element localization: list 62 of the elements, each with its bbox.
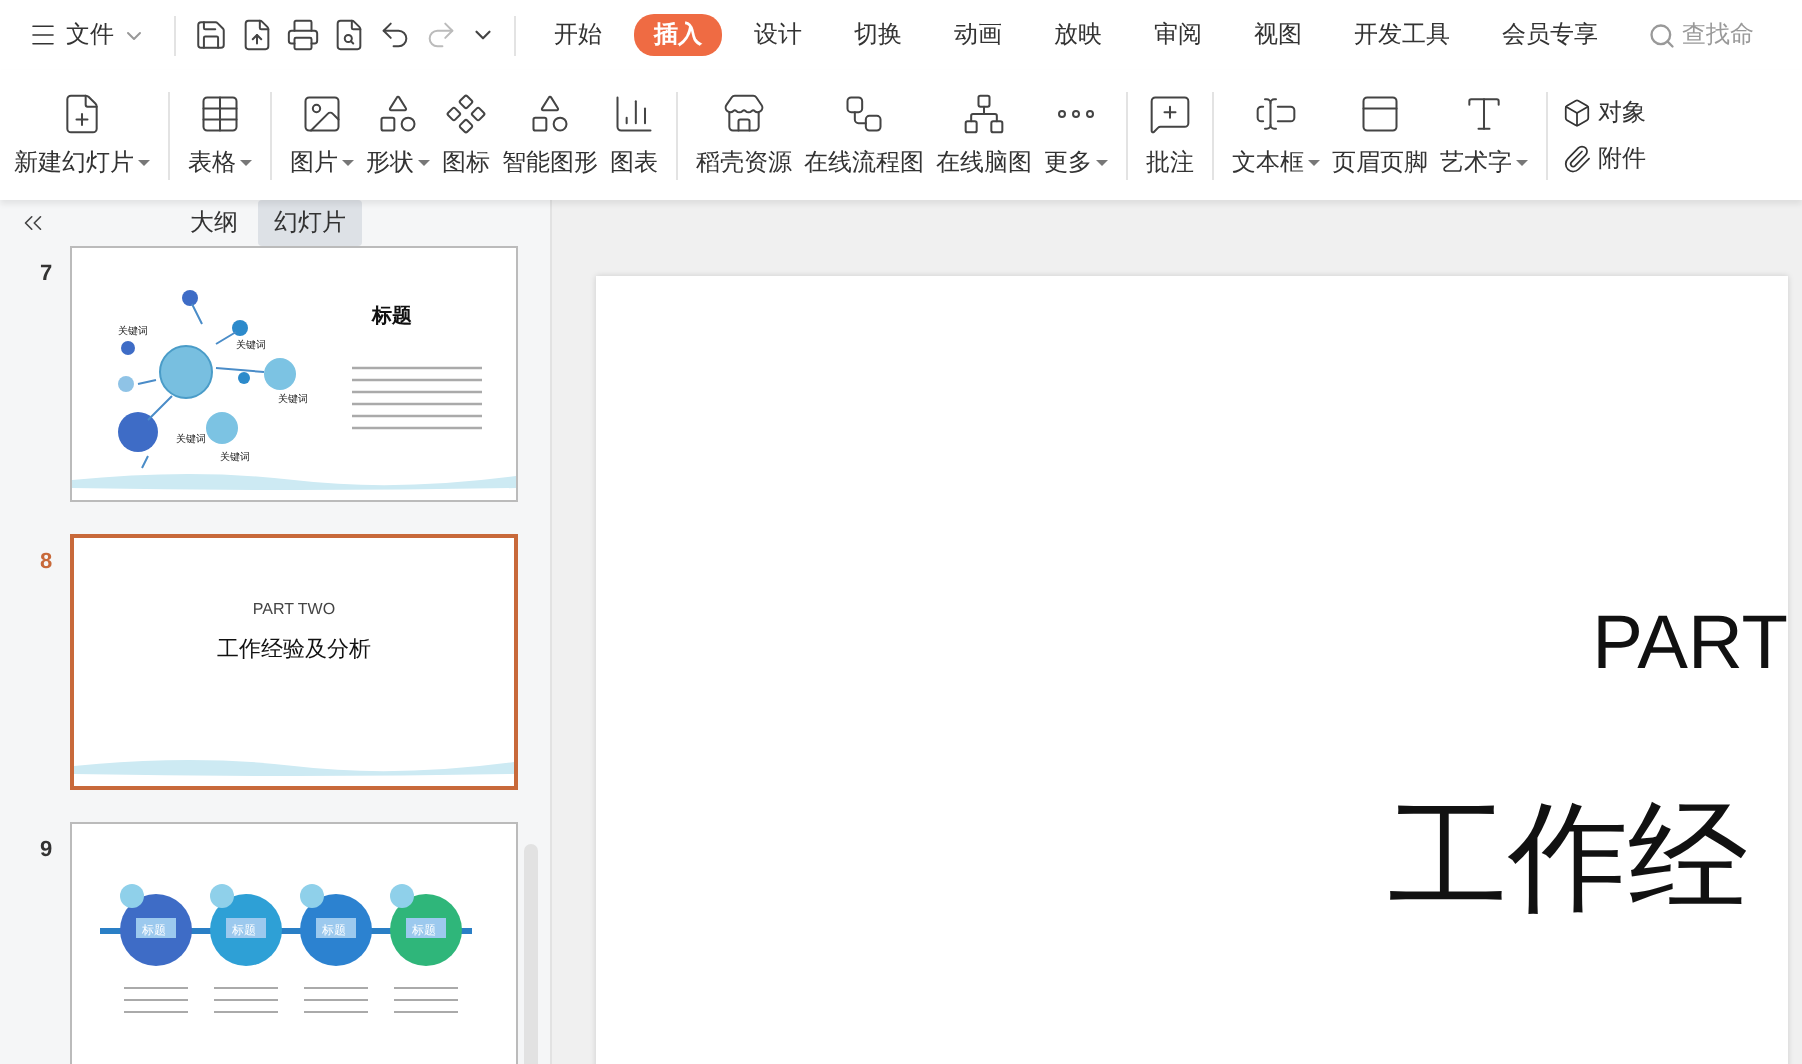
- ribbon-button[interactable]: 批注: [1142, 91, 1198, 179]
- store-icon: [722, 91, 766, 135]
- slide-title: 工作经验及分析: [217, 636, 371, 664]
- ribbon-button[interactable]: 文本框: [1228, 91, 1324, 179]
- mind-map-icon: [962, 91, 1006, 135]
- new-slide-icon: [60, 91, 104, 135]
- ribbon-tab[interactable]: 视图: [1234, 14, 1322, 56]
- table-icon: [198, 91, 242, 135]
- ribbon-button[interactable]: 在线流程图: [800, 91, 928, 179]
- flowchart-icon: [842, 91, 886, 135]
- ribbon-button[interactable]: 艺术字: [1436, 91, 1532, 179]
- file-menu[interactable]: 文件: [28, 18, 146, 52]
- ribbon-button[interactable]: 表格: [184, 91, 256, 179]
- paragraph-lines-drawing: [393, 987, 459, 1013]
- ribbon-button[interactable]: 新建幻灯片: [10, 91, 154, 179]
- slide-subtitle: PART: [1592, 602, 1788, 688]
- ribbon-button[interactable]: 形状: [362, 91, 434, 179]
- ribbon-button[interactable]: 图片: [286, 91, 358, 179]
- ribbon-button[interactable]: 在线脑图: [932, 91, 1036, 179]
- ribbon-button[interactable]: 智能图形: [498, 91, 602, 179]
- ribbon-tab[interactable]: 审阅: [1134, 14, 1222, 56]
- ribbon-tab[interactable]: 会员专享: [1482, 14, 1618, 56]
- ribbon-button[interactable]: 图标: [438, 91, 494, 179]
- ribbon-button[interactable]: 稻壳资源: [692, 91, 796, 179]
- menu-icon: [28, 20, 58, 50]
- slide-title: 工作经: [1388, 788, 1750, 928]
- comment-icon: [1148, 91, 1192, 135]
- view-tab[interactable]: 大纲: [174, 200, 254, 246]
- ribbon-tab[interactable]: 切换: [834, 14, 922, 56]
- ribbon-button[interactable]: 附件: [1562, 141, 1646, 175]
- slide-subtitle: PART TWO: [252, 600, 336, 618]
- ribbon-tab[interactable]: 放映: [1034, 14, 1122, 56]
- slide-number: 8: [40, 550, 55, 578]
- slide-number: 7: [40, 262, 55, 290]
- icons-icon: [444, 91, 488, 135]
- header-footer-icon: [1358, 91, 1402, 135]
- paragraph-lines-drawing: [303, 987, 369, 1013]
- ribbon-button[interactable]: 页眉页脚: [1328, 91, 1432, 179]
- view-tab[interactable]: 幻灯片: [258, 200, 362, 246]
- search-icon: [1648, 21, 1676, 49]
- paragraph-lines-drawing: [123, 987, 189, 1013]
- ribbon-tab[interactable]: 开始: [534, 14, 622, 56]
- more-icon: [1058, 109, 1094, 117]
- ribbon-button[interactable]: 图表: [606, 91, 662, 179]
- paragraph-lines-drawing: [352, 366, 482, 430]
- label-background: [316, 918, 356, 938]
- ribbon-button[interactable]: 更多: [1040, 91, 1112, 179]
- label-background: [136, 918, 176, 938]
- image-icon: [300, 91, 344, 135]
- label-background: [226, 918, 266, 938]
- shapes-icon: [376, 91, 420, 135]
- slide-title: 标题: [372, 306, 412, 328]
- paragraph-lines-drawing: [213, 987, 279, 1013]
- slide-number: 9: [40, 838, 55, 866]
- paperclip-icon: [1562, 143, 1592, 173]
- label-background: [406, 918, 446, 938]
- ribbon-tab[interactable]: 动画: [934, 14, 1022, 56]
- cube-icon: [1562, 97, 1592, 127]
- ribbon-tab[interactable]: 开发工具: [1334, 14, 1470, 56]
- bar-chart-icon: [612, 91, 656, 135]
- ribbon-button[interactable]: 对象: [1562, 95, 1646, 129]
- ribbon-tab[interactable]: 设计: [734, 14, 822, 56]
